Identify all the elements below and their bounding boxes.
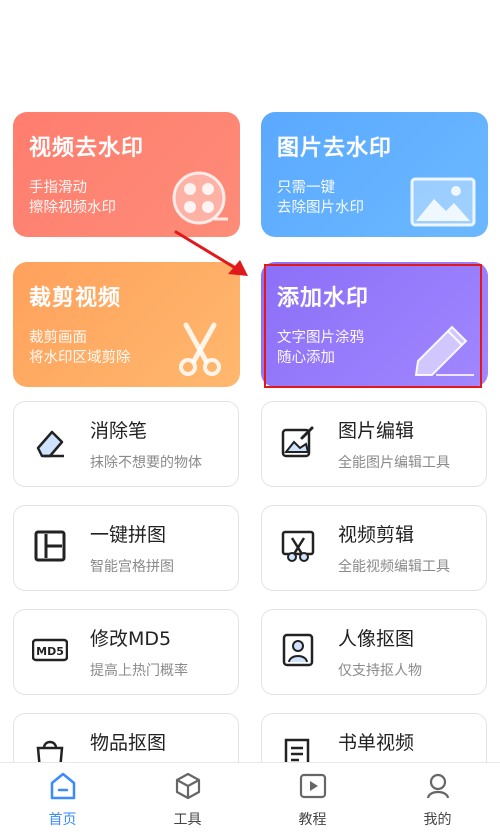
tab-home[interactable]: 首页 bbox=[0, 763, 125, 834]
tool-subtitle: 全能图片编辑工具 bbox=[338, 455, 450, 471]
md5-badge-text: MD5 bbox=[36, 645, 64, 658]
tool-collage[interactable]: 一键拼图 智能宫格拼图 bbox=[13, 505, 239, 591]
add-watermark-card[interactable]: 添加水印 文字图片涂鸦 随心添加 bbox=[261, 262, 488, 387]
picture-icon bbox=[410, 177, 476, 227]
tab-tools[interactable]: 工具 bbox=[125, 763, 250, 834]
card-subtitle: 擦除视频水印 bbox=[29, 200, 116, 216]
tool-title: 人像抠图 bbox=[338, 628, 415, 650]
bottom-tab-bar: 首页 工具 教程 我的 bbox=[0, 762, 500, 834]
image-edit-icon bbox=[281, 426, 314, 458]
card-title: 视频去水印 bbox=[29, 136, 145, 161]
video-cut-icon bbox=[281, 530, 315, 562]
card-subtitle: 随心添加 bbox=[277, 350, 335, 366]
tool-subtitle: 智能宫格拼图 bbox=[90, 559, 174, 575]
tool-title: 一键拼图 bbox=[90, 524, 167, 546]
card-title: 添加水印 bbox=[277, 286, 370, 311]
tool-md5[interactable]: MD5 修改MD5 提高上热门概率 bbox=[13, 609, 239, 695]
tab-label: 首页 bbox=[48, 812, 77, 828]
tool-subtitle: 提高上热门概率 bbox=[90, 663, 188, 679]
card-subtitle: 裁剪画面 bbox=[29, 330, 87, 346]
user-icon bbox=[426, 773, 450, 799]
tab-mine[interactable]: 我的 bbox=[375, 763, 500, 834]
card-title: 裁剪视频 bbox=[29, 286, 122, 311]
home-icon bbox=[50, 772, 76, 800]
tool-eraser[interactable]: 消除笔 抹除不想要的物体 bbox=[13, 401, 239, 487]
film-reel-icon bbox=[172, 171, 228, 225]
tool-title: 修改MD5 bbox=[90, 628, 172, 650]
video-watermark-card[interactable]: 视频去水印 手指滑动 擦除视频水印 bbox=[13, 112, 240, 237]
tool-title: 书单视频 bbox=[338, 732, 415, 754]
tool-video-cut[interactable]: 视频剪辑 全能视频编辑工具 bbox=[261, 505, 487, 591]
pencil-icon bbox=[414, 325, 474, 376]
tab-label: 工具 bbox=[173, 812, 202, 828]
tool-title: 消除笔 bbox=[90, 420, 148, 442]
card-subtitle: 只需一键 bbox=[277, 180, 335, 196]
portrait-cutout-icon bbox=[282, 633, 314, 667]
card-subtitle: 将水印区域剪除 bbox=[29, 350, 131, 366]
tool-title: 视频剪辑 bbox=[338, 524, 415, 546]
card-subtitle: 手指滑动 bbox=[29, 180, 87, 196]
collage-icon bbox=[34, 530, 66, 562]
tab-label: 我的 bbox=[423, 812, 452, 828]
tool-subtitle: 全能视频编辑工具 bbox=[338, 559, 450, 575]
tool-image-edit[interactable]: 图片编辑 全能图片编辑工具 bbox=[261, 401, 487, 487]
card-title: 图片去水印 bbox=[277, 136, 393, 161]
tab-tutorial[interactable]: 教程 bbox=[250, 763, 375, 834]
tool-portrait-cutout[interactable]: 人像抠图 仅支持抠人物 bbox=[261, 609, 487, 695]
cube-icon bbox=[175, 772, 201, 800]
scissors-icon bbox=[179, 322, 221, 376]
eraser-icon bbox=[36, 430, 64, 458]
tool-title: 图片编辑 bbox=[338, 420, 415, 442]
tool-subtitle: 抹除不想要的物体 bbox=[90, 455, 202, 471]
md5-icon: MD5 bbox=[32, 638, 68, 662]
card-subtitle: 去除图片水印 bbox=[277, 200, 364, 216]
tool-title: 物品抠图 bbox=[90, 732, 167, 754]
tool-subtitle: 仅支持抠人物 bbox=[338, 663, 422, 679]
image-watermark-card[interactable]: 图片去水印 只需一键 去除图片水印 bbox=[261, 112, 488, 237]
card-subtitle: 文字图片涂鸦 bbox=[277, 330, 364, 346]
annotation-arrow-icon bbox=[174, 230, 248, 276]
play-icon bbox=[299, 773, 327, 799]
tab-label: 教程 bbox=[298, 812, 327, 828]
